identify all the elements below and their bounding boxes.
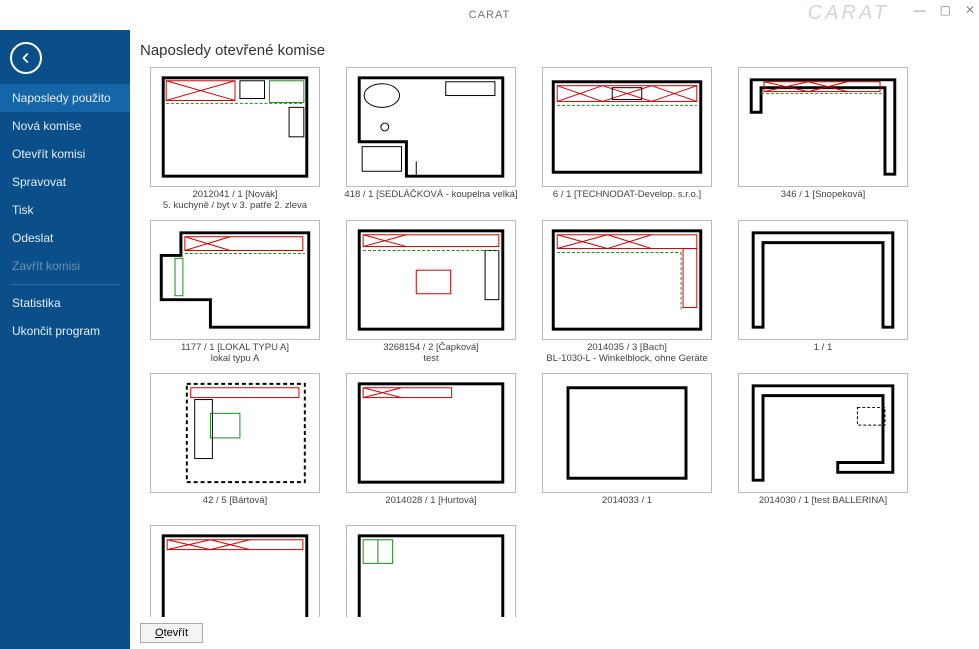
sidebar-item-exit[interactable]: Ukončit program [0,317,130,345]
card-line1: 1177 / 1 [LOKAL TYPU A] [145,342,325,353]
commission-card[interactable]: 2014028 / 1 [Hurtová] [336,373,526,517]
card-caption: 2012041 / 1 [Novák]5. kuchyně / byt v 3.… [145,189,325,212]
floorplan-thumbnail[interactable] [150,373,320,493]
card-caption: 3268154 / 2 [Čapková]test [341,342,521,365]
card-line2: test [341,353,521,364]
card-line1: 2012041 / 1 [Novák] [145,189,325,200]
sidebar-item-print[interactable]: Tisk [0,196,130,224]
commission-card[interactable] [140,525,330,617]
card-line1: 6 / 1 [TECHNODAT-Develop. s.r.o.] [537,189,717,200]
card-line2: 5. kuchyně / byt v 3. patře 2. zleva [145,200,325,211]
sidebar-item-send[interactable]: Odeslat [0,224,130,252]
close-button[interactable]: ✕ [965,4,975,16]
commission-card[interactable]: 2012041 / 1 [Novák]5. kuchyně / byt v 3.… [140,67,330,212]
card-caption: 1 / 1 [733,342,913,364]
floorplan-thumbnail[interactable] [150,67,320,187]
sidebar-item-close-commission: Zavřít komisi [0,252,130,280]
commission-card[interactable]: 2014035 / 3 [Bach]BL-1030-L - Winkelbloc… [532,220,722,365]
card-line1: 42 / 5 [Bártová] [145,495,325,506]
sidebar-item-manage[interactable]: Spravovat [0,168,130,196]
sidebar-separator [10,284,120,285]
commission-card[interactable]: 418 / 1 [SEDLÁČKOVÁ - koupelna velká] [336,67,526,212]
card-caption: 346 / 1 [Snopeková] [733,189,913,211]
floorplan-thumbnail[interactable] [346,67,516,187]
card-caption: 418 / 1 [SEDLÁČKOVÁ - koupelna velká] [341,189,521,211]
floorplan-thumbnail[interactable] [542,373,712,493]
window-controls: — ▢ ✕ [914,4,975,16]
card-caption: 6 / 1 [TECHNODAT-Develop. s.r.o.] [537,189,717,211]
floorplan-thumbnail[interactable] [346,220,516,340]
sidebar-item-open[interactable]: Otevřít komisi [0,140,130,168]
commission-card[interactable]: 1177 / 1 [LOKAL TYPU A]lokal typu A [140,220,330,365]
card-caption: 2014030 / 1 [test BALLERINA] [733,495,913,517]
card-caption: 42 / 5 [Bártová] [145,495,325,517]
floorplan-thumbnail[interactable] [738,67,908,187]
sidebar-item-new[interactable]: Nová komise [0,112,130,140]
minimize-button[interactable]: — [914,4,926,16]
floorplan-thumbnail[interactable] [346,373,516,493]
card-line1: 2014028 / 1 [Hurtová] [341,495,521,506]
card-line1: 2014033 / 1 [537,495,717,506]
open-button[interactable]: Otevřít [140,623,203,643]
floorplan-thumbnail[interactable] [150,525,320,617]
sidebar-item-stats[interactable]: Statistika [0,289,130,317]
card-line1: 3268154 / 2 [Čapková] [341,342,521,353]
commission-card[interactable]: 1 / 1 [728,220,918,365]
maximize-button[interactable]: ▢ [940,4,951,16]
floorplan-thumbnail[interactable] [542,67,712,187]
commission-card[interactable]: 3268154 / 2 [Čapková]test [336,220,526,365]
commission-card[interactable]: 2014030 / 1 [test BALLERINA] [728,373,918,517]
commission-card[interactable]: 2014033 / 1 [532,373,722,517]
commission-card[interactable]: 42 / 5 [Bártová] [140,373,330,517]
card-caption: 1177 / 1 [LOKAL TYPU A]lokal typu A [145,342,325,365]
card-caption: 2014035 / 3 [Bach]BL-1030-L - Winkelbloc… [537,342,717,365]
card-line1: 1 / 1 [733,342,913,353]
card-line1: 2014030 / 1 [test BALLERINA] [733,495,913,506]
card-line2: lokal typu A [145,353,325,364]
card-line1: 2014035 / 3 [Bach] [537,342,717,353]
floorplan-thumbnail[interactable] [346,525,516,617]
sidebar-item-recent[interactable]: Naposledy použito [0,84,130,112]
card-caption: 2014028 / 1 [Hurtová] [341,495,521,517]
card-line1: 346 / 1 [Snopeková] [733,189,913,200]
card-caption: 2014033 / 1 [537,495,717,517]
floorplan-thumbnail[interactable] [738,220,908,340]
floorplan-thumbnail[interactable] [150,220,320,340]
commission-card[interactable] [336,525,526,617]
floorplan-thumbnail[interactable] [738,373,908,493]
card-line2: BL-1030-L - Winkelblock, ohne Geräte [537,353,717,364]
card-line1: 418 / 1 [SEDLÁČKOVÁ - koupelna velká] [341,189,521,200]
titlebar: CARAT CARAT — ▢ ✕ [0,0,979,30]
thumbnail-grid: 2012041 / 1 [Novák]5. kuchyně / byt v 3.… [140,67,973,617]
page-title: Naposledy otevřené komise [130,30,979,67]
thumbnail-scroll[interactable]: 2012041 / 1 [Novák]5. kuchyně / byt v 3.… [130,67,979,617]
floorplan-thumbnail[interactable] [542,220,712,340]
arrow-left-icon [18,50,34,66]
main-area: Naposledy otevřené komise 2012041 / 1 [N… [130,30,979,649]
sidebar: Naposledy použito Nová komise Otevřít ko… [0,30,130,649]
back-button[interactable] [10,42,42,74]
brand-logo: CARAT [808,2,889,25]
footer: Otevřít [130,617,979,649]
app-title: CARAT [469,9,510,21]
commission-card[interactable]: 6 / 1 [TECHNODAT-Develop. s.r.o.] [532,67,722,212]
commission-card[interactable]: 346 / 1 [Snopeková] [728,67,918,212]
